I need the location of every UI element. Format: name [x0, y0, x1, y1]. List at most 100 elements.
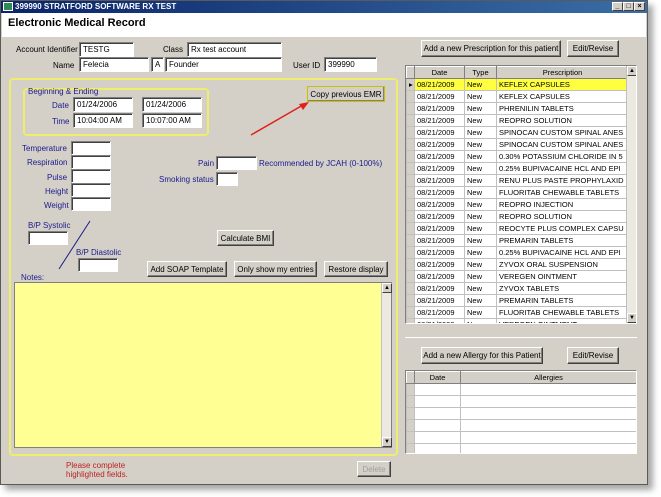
- table-row[interactable]: [406, 395, 636, 408]
- cell-date[interactable]: 08/21/2009: [414, 162, 465, 175]
- cell-type[interactable]: New: [464, 246, 497, 259]
- account-identifier-field[interactable]: TESTG: [79, 42, 134, 57]
- cell-date[interactable]: 08/21/2009: [414, 102, 465, 115]
- table-row[interactable]: 08/21/2009 New REOPRO INJECTION: [406, 198, 629, 211]
- table-row[interactable]: 08/21/2009 New RENU PLUS PASTE PROPHYLAXID: [406, 174, 629, 187]
- cell-date[interactable]: 08/21/2009: [414, 222, 465, 235]
- cell-type[interactable]: New: [464, 150, 497, 163]
- begin-time-field[interactable]: 10:04:00 AM: [73, 113, 133, 128]
- cell-date[interactable]: 08/21/2009: [414, 318, 465, 323]
- table-row[interactable]: [406, 431, 636, 444]
- cell-date[interactable]: 08/21/2009: [414, 198, 465, 211]
- table-row[interactable]: 08/21/2009 New KEFLEX CAPSULES: [406, 90, 629, 103]
- cell-prescription[interactable]: 0.30% POTASSIUM CHLORIDE IN 5: [496, 150, 629, 163]
- cell-type[interactable]: New: [464, 270, 497, 283]
- column-header-date[interactable]: Date: [414, 66, 465, 79]
- empty-cell[interactable]: [414, 407, 461, 420]
- smoking-status-field[interactable]: [216, 172, 238, 186]
- cell-date[interactable]: 08/21/2009: [414, 306, 465, 319]
- cell-type[interactable]: New: [464, 234, 497, 247]
- notes-scrollbar[interactable]: ▲ ▼: [381, 283, 392, 447]
- first-name-field[interactable]: Felecia: [79, 57, 149, 72]
- add-allergy-button[interactable]: Add a new Allergy for this Patient: [421, 347, 543, 364]
- cell-type[interactable]: New: [464, 114, 497, 127]
- cell-prescription[interactable]: VEREGEN OINTMENT: [496, 318, 629, 323]
- table-row[interactable]: 08/21/2009 New 0.25% BUPIVACAINE HCL AND E…: [406, 162, 629, 175]
- table-row[interactable]: 08/21/2009 New 0.30% POTASSIUM CHLORIDE IN…: [406, 150, 629, 163]
- cell-type[interactable]: New: [464, 174, 497, 187]
- table-row[interactable]: 08/21/2009 New REOPRO SOLUTION: [406, 114, 629, 127]
- table-row[interactable]: 08/21/2009 New REOCYTE PLUS COMPLEX CAPSU: [406, 222, 629, 235]
- cell-type[interactable]: New: [464, 102, 497, 115]
- bp-diastolic-field[interactable]: [78, 258, 118, 272]
- cell-prescription[interactable]: REOPRO SOLUTION: [496, 210, 629, 223]
- cell-prescription[interactable]: SPINOCAN CUSTOM SPINAL ANES: [496, 126, 629, 139]
- cell-type[interactable]: New: [464, 258, 497, 271]
- table-row[interactable]: 08/21/2009NewVEREGEN OINTMENT: [406, 318, 629, 323]
- scroll-up-icon[interactable]: ▲: [627, 66, 636, 76]
- cell-type[interactable]: New: [464, 162, 497, 175]
- empty-cell[interactable]: [460, 383, 636, 396]
- empty-cell[interactable]: [414, 431, 461, 444]
- cell-prescription[interactable]: REOPRO INJECTION: [496, 198, 629, 211]
- table-row[interactable]: 08/21/2009 New ZYVOX ORAL SUSPENSION: [406, 258, 629, 271]
- cell-date[interactable]: 08/21/2009: [414, 114, 465, 127]
- end-date-field[interactable]: 01/24/2006: [142, 97, 202, 112]
- cell-date[interactable]: 08/21/2009: [414, 246, 465, 259]
- empty-cell[interactable]: [460, 395, 636, 408]
- column-header-allergy-date[interactable]: Date: [414, 371, 461, 384]
- last-name-field[interactable]: Founder: [165, 57, 282, 72]
- cell-date[interactable]: 08/21/2009: [414, 174, 465, 187]
- cell-date[interactable]: 08/21/2009: [414, 234, 465, 247]
- minimize-icon[interactable]: _: [612, 2, 623, 11]
- scroll-down-icon[interactable]: ▼: [382, 437, 392, 447]
- edit-prescription-button[interactable]: Edit/Revise: [567, 40, 619, 57]
- cell-type[interactable]: New: [464, 306, 497, 319]
- table-row[interactable]: 08/21/2009 New REOPRO SOLUTION: [406, 210, 629, 223]
- maximize-icon[interactable]: □: [623, 2, 634, 11]
- cell-prescription[interactable]: VEREGEN OINTMENT: [496, 270, 629, 283]
- empty-cell[interactable]: [414, 419, 461, 432]
- empty-cell[interactable]: [414, 383, 461, 396]
- temperature-field[interactable]: [71, 141, 111, 155]
- cell-prescription[interactable]: SPINOCAN CUSTOM SPINAL ANES: [496, 138, 629, 151]
- copy-previous-emr-button[interactable]: Copy previous EMR: [307, 86, 385, 102]
- add-prescription-button[interactable]: Add a new Prescription for this patient: [421, 40, 561, 57]
- cell-prescription[interactable]: FLUORITAB CHEWABLE TABLETS: [496, 186, 629, 199]
- column-header-allergies[interactable]: Allergies: [460, 371, 636, 384]
- middle-initial-field[interactable]: A: [151, 57, 164, 72]
- table-row[interactable]: 08/21/2009 New SPINOCAN CUSTOM SPINAL ANES: [406, 138, 629, 151]
- calculate-bmi-button[interactable]: Calculate BMI: [217, 230, 274, 246]
- cell-type[interactable]: New: [464, 90, 497, 103]
- scroll-up-icon[interactable]: ▲: [382, 283, 392, 293]
- column-header-prescription[interactable]: Prescription: [496, 66, 629, 79]
- table-row[interactable]: 08/21/2009NewVEREGEN OINTMENT: [406, 270, 629, 283]
- cell-prescription[interactable]: ZYVOX TABLETS: [496, 282, 629, 295]
- delete-button[interactable]: Delete: [357, 461, 391, 477]
- weight-field[interactable]: [71, 197, 111, 211]
- begin-date-field[interactable]: 01/24/2006: [73, 97, 133, 112]
- cell-date[interactable]: 08/21/2009: [414, 258, 465, 271]
- cell-type[interactable]: New: [464, 222, 497, 235]
- empty-cell[interactable]: [414, 443, 461, 453]
- cell-date[interactable]: 08/21/2009: [414, 282, 465, 295]
- class-field[interactable]: Rx test account: [187, 42, 282, 57]
- pulse-field[interactable]: [71, 169, 111, 183]
- cell-prescription[interactable]: ZYVOX ORAL SUSPENSION: [496, 258, 629, 271]
- user-id-field[interactable]: 399990: [324, 57, 377, 72]
- scroll-down-icon[interactable]: ▼: [627, 313, 636, 323]
- cell-date[interactable]: 08/21/2009: [414, 294, 465, 307]
- cell-type[interactable]: New: [464, 138, 497, 151]
- empty-cell[interactable]: [460, 443, 636, 453]
- table-row[interactable]: 08/21/2009 New PREMARIN TABLETS: [406, 234, 629, 247]
- cell-type[interactable]: New: [464, 186, 497, 199]
- cell-prescription[interactable]: PREMARIN TABLETS: [496, 234, 629, 247]
- cell-type[interactable]: New: [464, 282, 497, 295]
- table-row[interactable]: [406, 443, 636, 453]
- table-row[interactable]: [406, 407, 636, 420]
- table-row[interactable]: [406, 383, 636, 396]
- prescription-grid[interactable]: Date Type Prescription ▸ 08/21/2009 New KEF…: [405, 65, 637, 324]
- cell-type[interactable]: New: [464, 294, 497, 307]
- cell-prescription[interactable]: 0.25% BUPIVACAINE HCL AND EPI: [496, 246, 629, 259]
- empty-cell[interactable]: [414, 395, 461, 408]
